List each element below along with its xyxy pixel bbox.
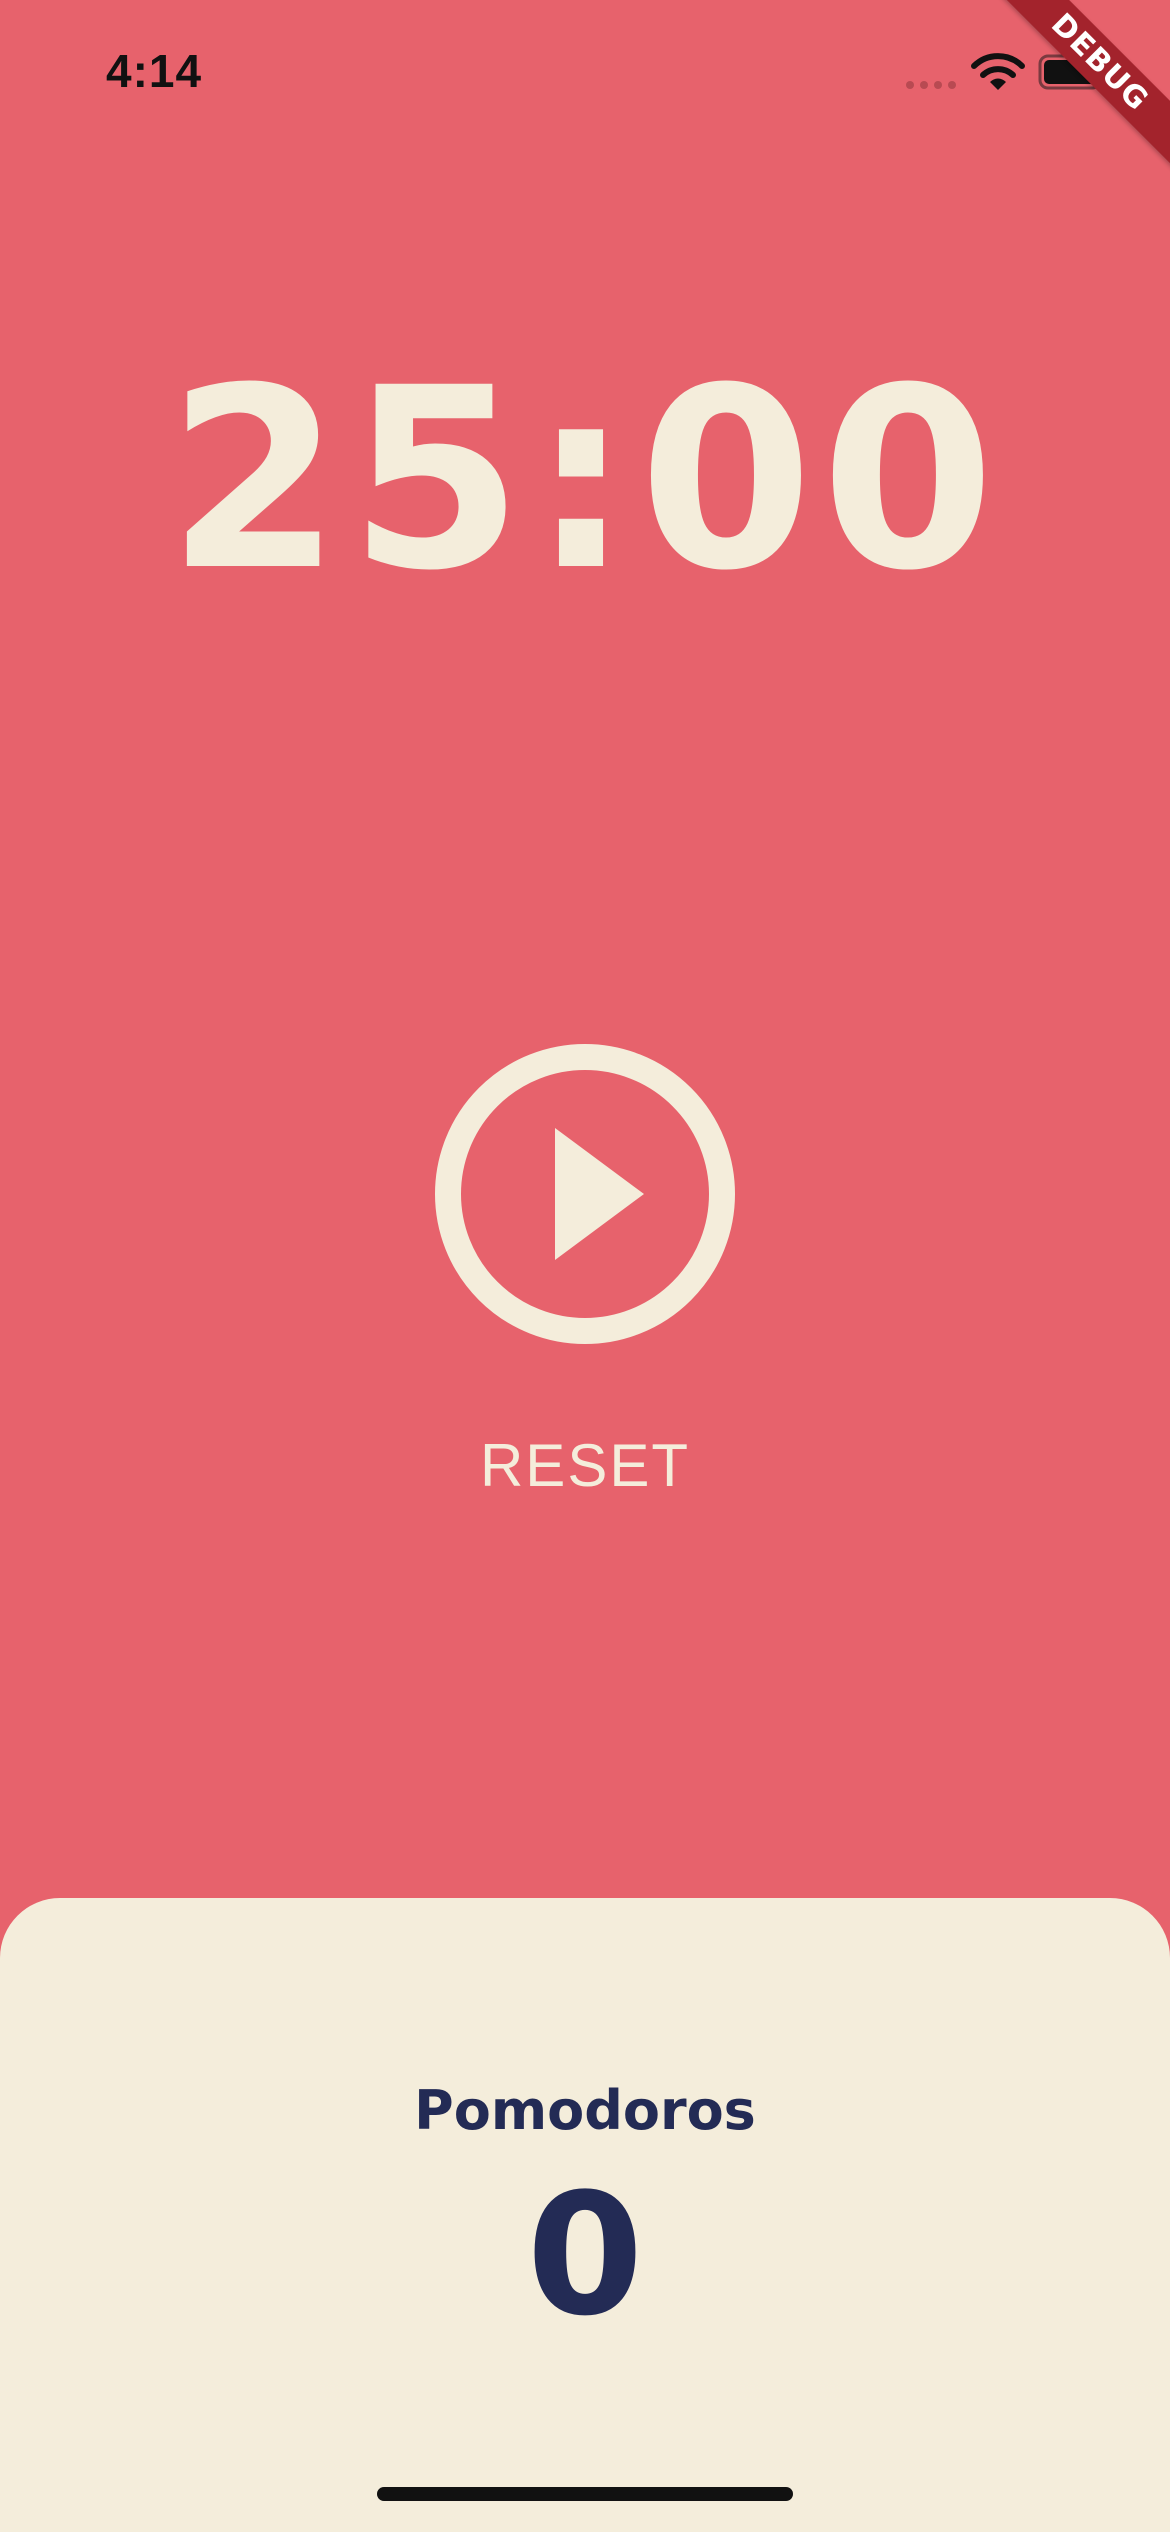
timer-display: 25:00 (167, 334, 1003, 625)
reset-button[interactable]: RESET (435, 1430, 735, 1502)
cellular-signal-icon (906, 81, 956, 89)
play-circle-icon (435, 1044, 735, 1344)
status-bar-time: 4:14 (106, 45, 203, 97)
pomodoro-screen: 4:14 DEBUG 25:00 RESET Pomodoros 0 (0, 0, 1170, 2532)
home-indicator[interactable] (377, 2487, 793, 2501)
wifi-icon (971, 53, 1025, 90)
play-button[interactable] (434, 1043, 736, 1345)
pomodoros-count: 0 (526, 2157, 644, 2353)
debug-banner: DEBUG (971, 0, 1170, 191)
pomodoros-panel: Pomodoros 0 (0, 1898, 1170, 2532)
pomodoros-label: Pomodoros (414, 2079, 756, 2142)
